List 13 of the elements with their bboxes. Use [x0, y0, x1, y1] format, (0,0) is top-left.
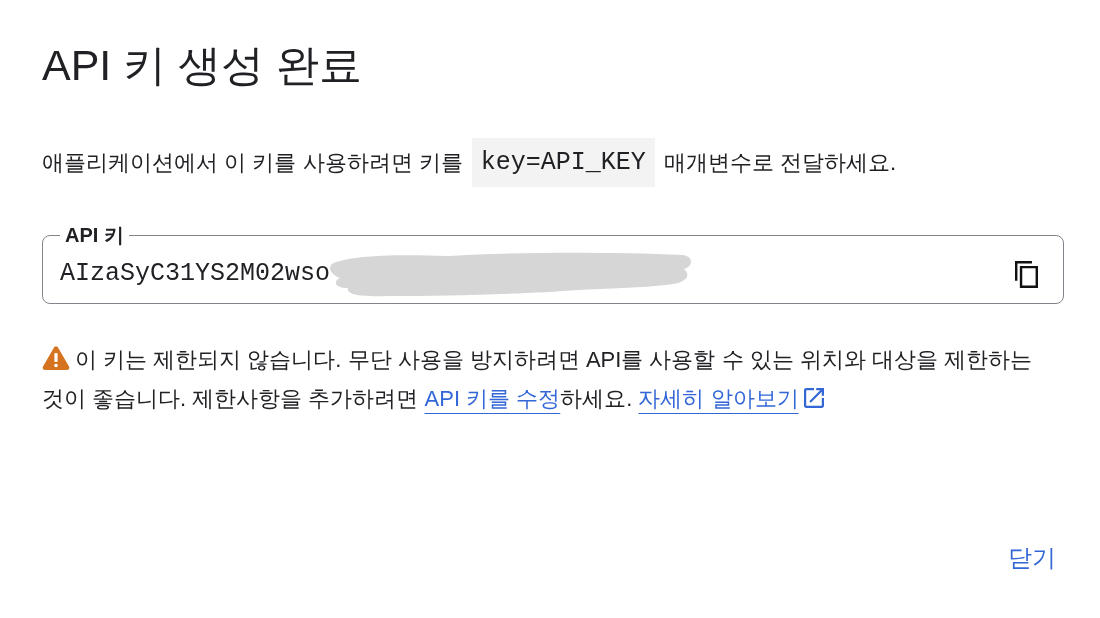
close-button[interactable]: 닫기	[1000, 538, 1064, 578]
api-key-value: AIzaSyC31YS2M02wso	[60, 259, 331, 289]
learn-more-link[interactable]: 자세히 알아보기	[638, 386, 824, 411]
field-label: API 키	[64, 224, 125, 246]
instruction-text: 매개변수로 전달하세요.	[663, 148, 897, 177]
instruction-text: 애플리케이션에서 이 키를 사용하려면 키를	[42, 148, 463, 177]
edit-key-link[interactable]: API 키를 수정	[424, 386, 561, 411]
dialog-title: API 키 생성 완료	[42, 40, 364, 91]
warning-icon	[42, 345, 70, 371]
code-snippet: key=API_KEY	[471, 138, 655, 187]
warning-text: 이 키는 제한되지 않습니다. 무단 사용을 방지하려면 API를 사용할 수 있는 위치와 대상을 제한하는 것이 좋습니다. 제한사항을 추가하려면 API 키를 수정하세요. 자세히 알아보기	[42, 344, 1034, 413]
api-key-field[interactable]: API 키 AIzaSyC31YS2M02wso	[42, 224, 1064, 304]
copy-icon	[1015, 260, 1038, 288]
